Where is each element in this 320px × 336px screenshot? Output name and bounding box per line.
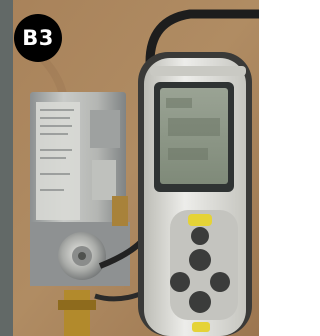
photo-scene: B3	[0, 0, 259, 336]
digital-manometer	[138, 52, 252, 336]
step-badge: B3	[14, 14, 62, 62]
